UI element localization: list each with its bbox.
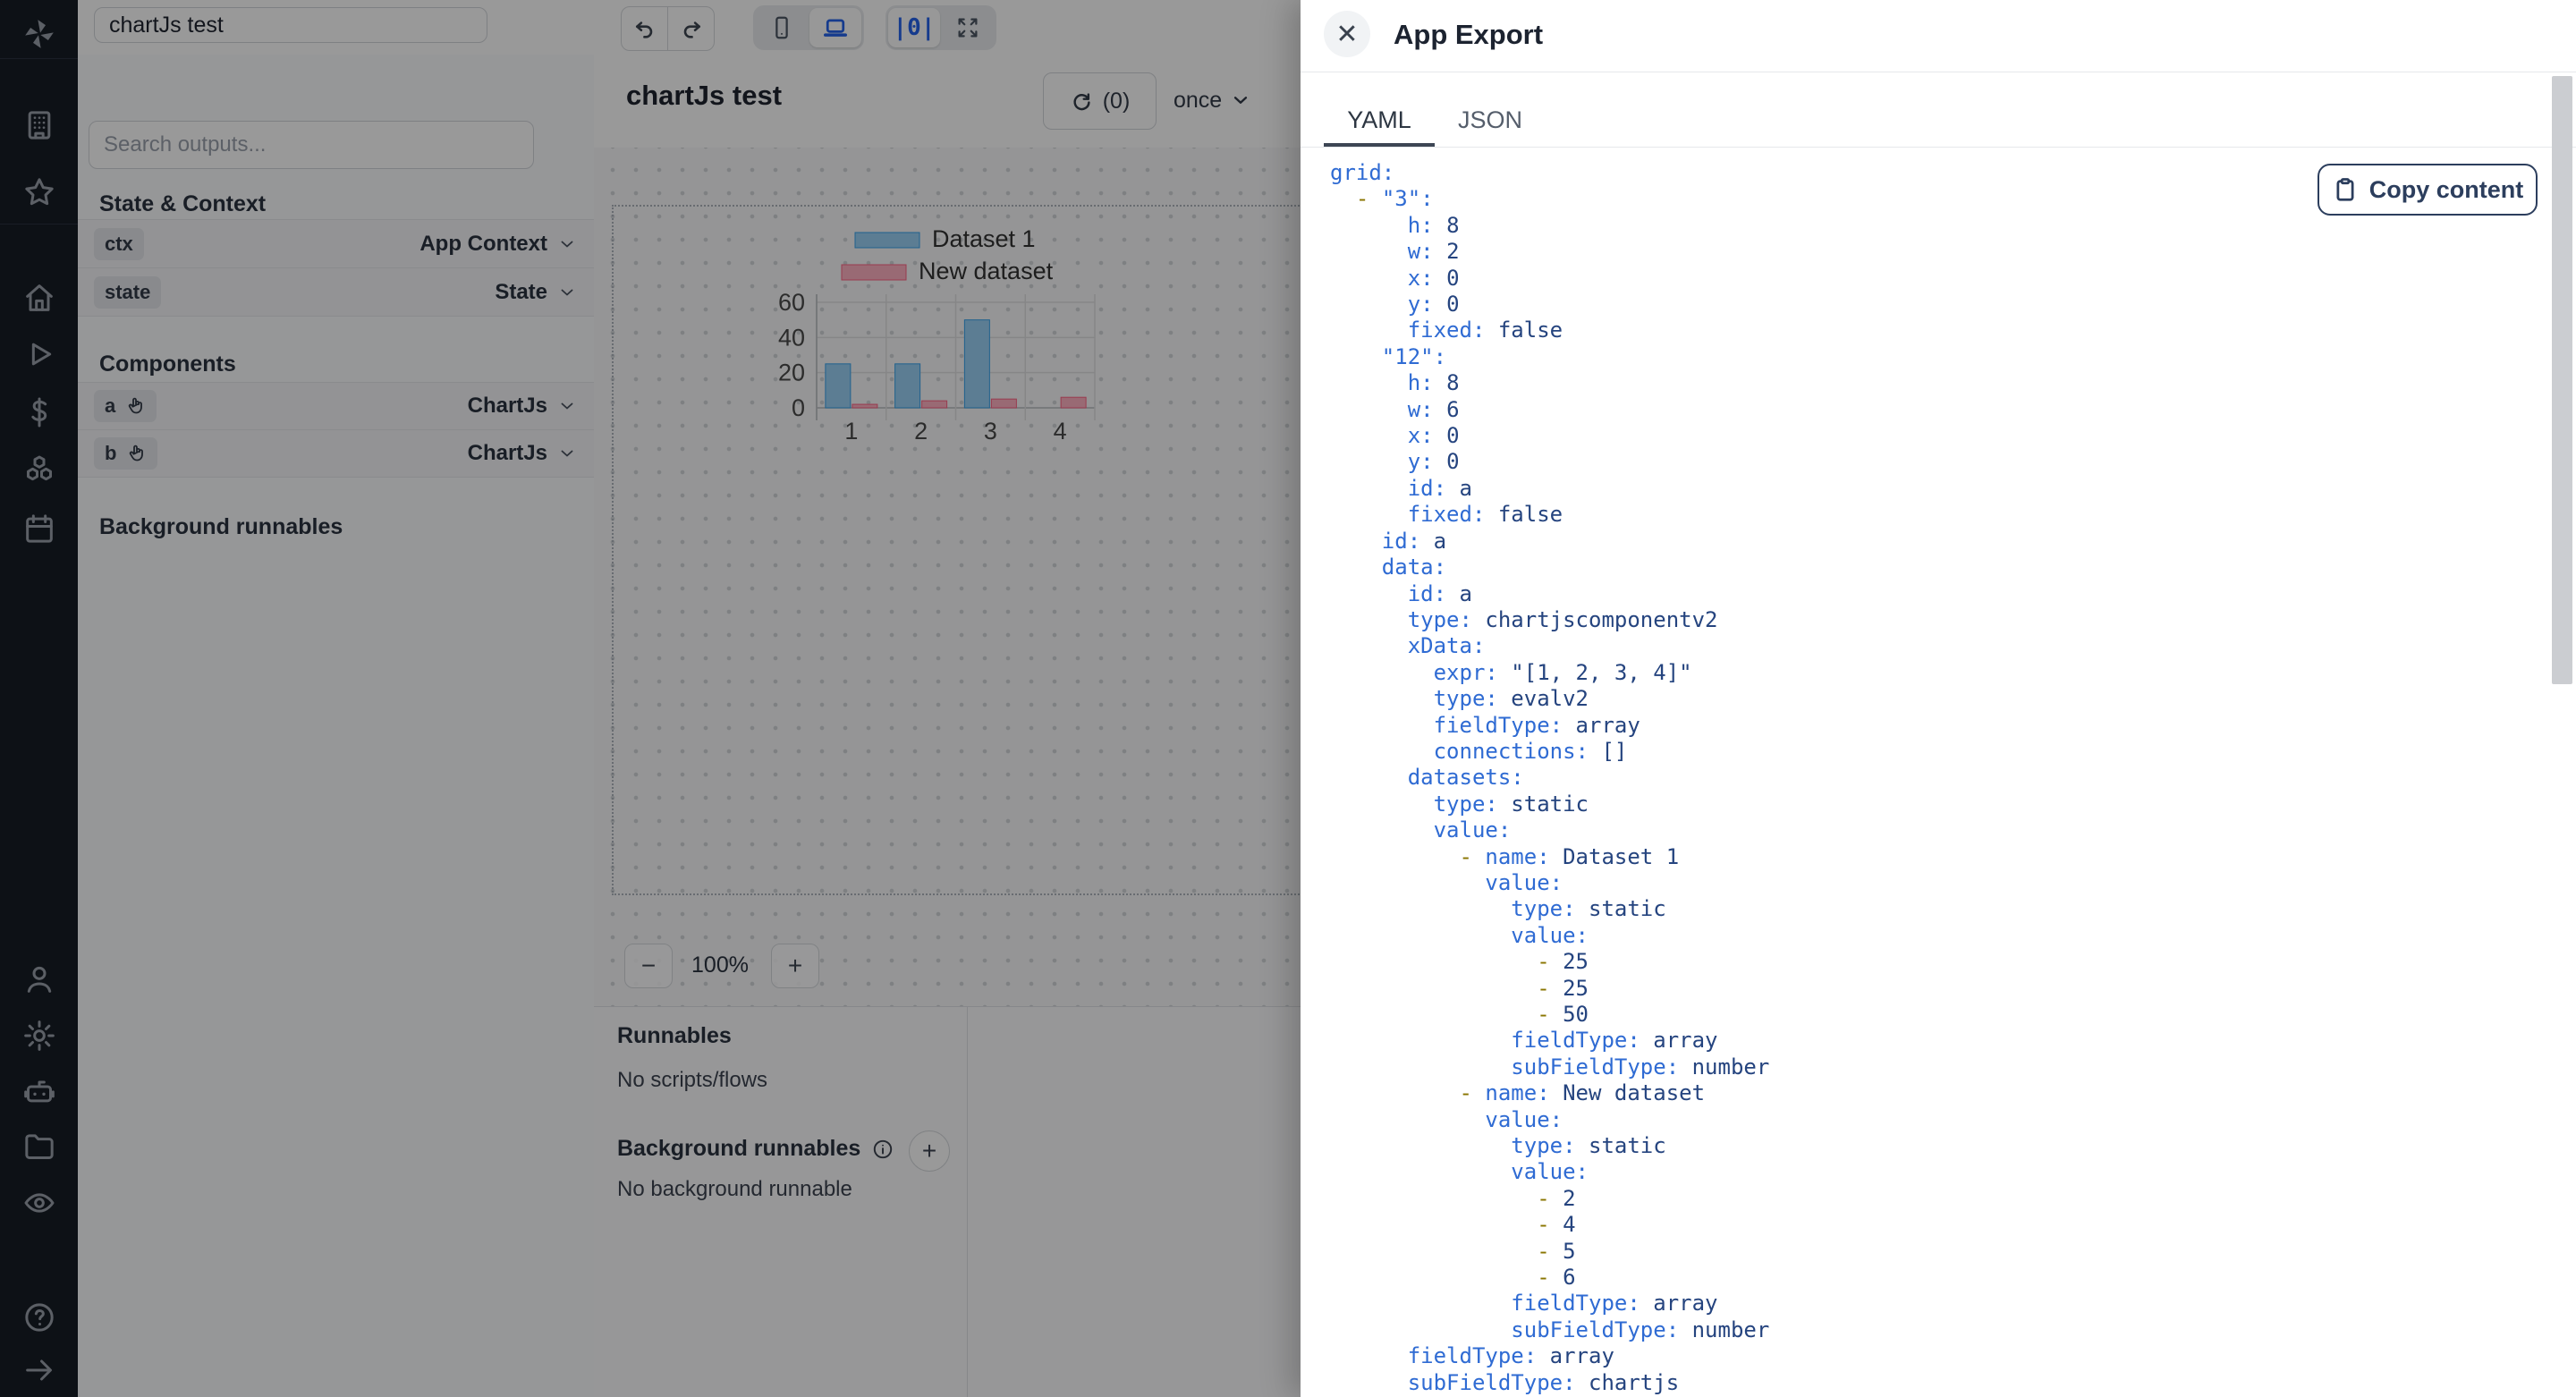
copy-content-button[interactable]: Copy content	[2318, 164, 2538, 216]
tab-yaml[interactable]: YAML	[1324, 97, 1435, 148]
app-export-drawer: ✕ App Export YAML JSON Copy content grid…	[1301, 0, 2576, 1397]
yaml-code[interactable]: grid: - "3": h: 8 w: 2 x: 0 y: 0 fixed: …	[1330, 160, 1769, 1397]
app-root: |0| Outputs State & Context ctx App Cont…	[0, 0, 2576, 1397]
tabs-divider	[1301, 147, 2576, 148]
modal-overlay[interactable]	[0, 0, 1301, 1397]
clipboard-icon	[2336, 178, 2354, 201]
drawer-scrollbar[interactable]	[2552, 76, 2572, 684]
close-icon[interactable]: ✕	[1324, 11, 1370, 57]
export-format-tabs: YAML JSON	[1324, 97, 1546, 148]
tab-json[interactable]: JSON	[1435, 97, 1546, 148]
drawer-title: App Export	[1394, 19, 1544, 50]
